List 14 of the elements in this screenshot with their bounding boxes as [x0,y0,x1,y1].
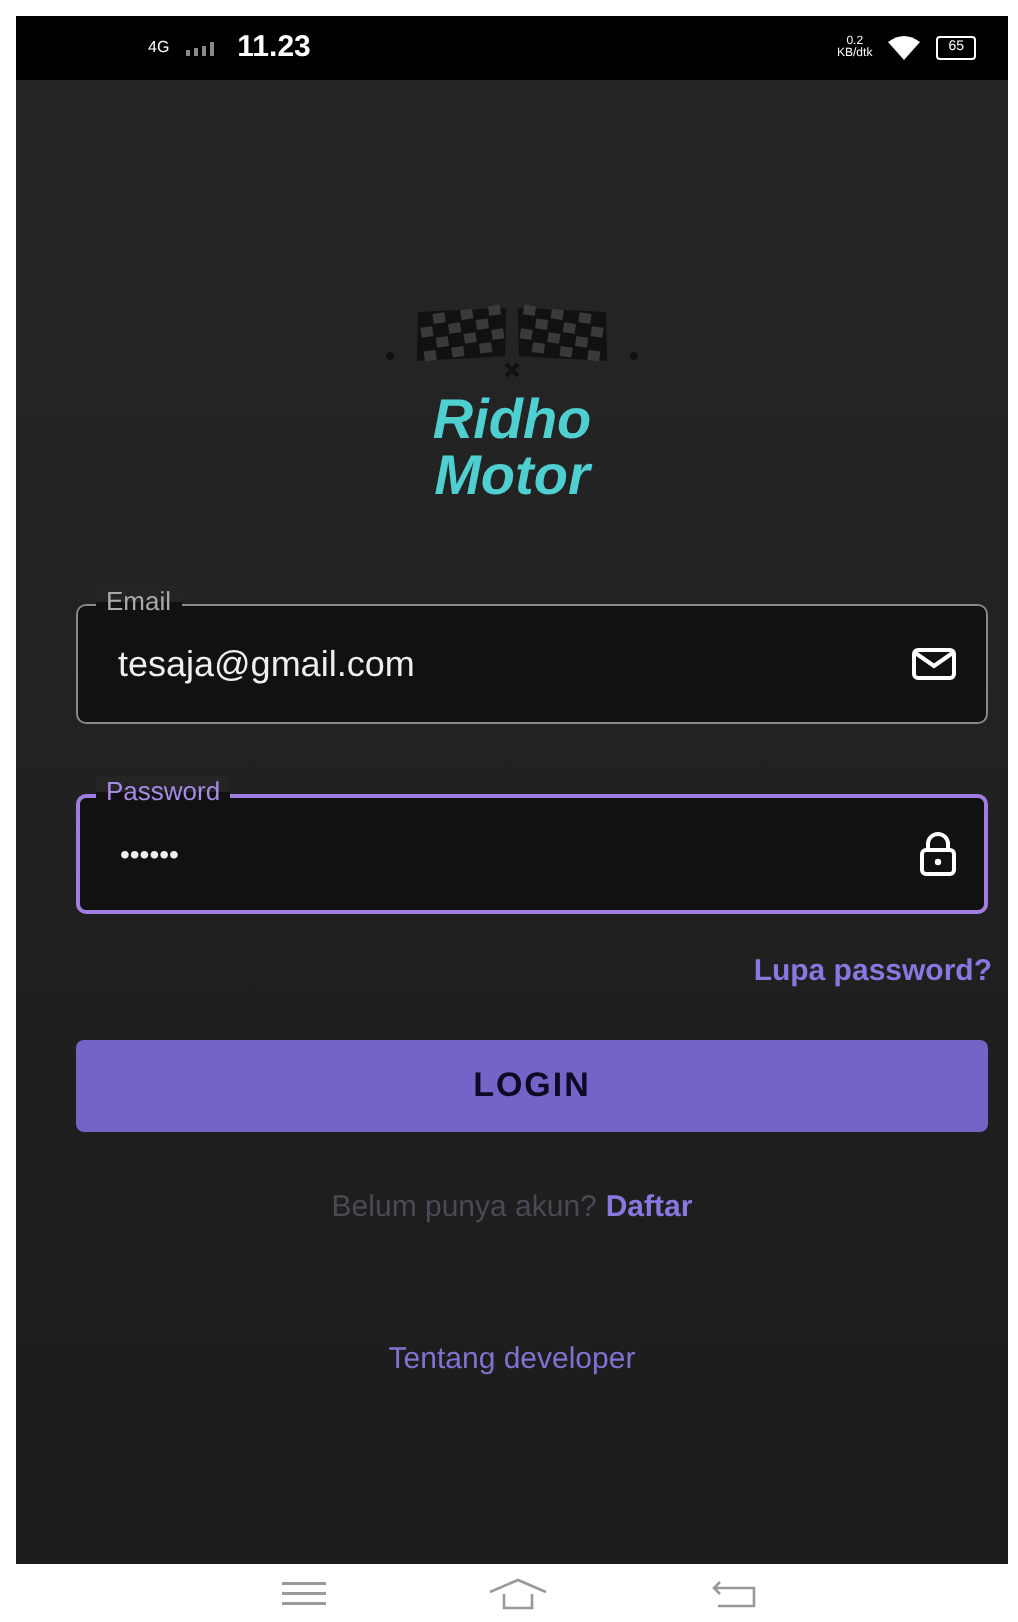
network-label: 4G [148,40,170,56]
clock: 11.23 [237,27,311,68]
home-icon[interactable] [487,1577,547,1609]
back-icon[interactable] [709,1579,757,1607]
wifi-icon [888,36,921,60]
register-link[interactable]: Daftar [605,1189,693,1223]
menu-icon[interactable] [281,1581,325,1605]
envelope-icon [912,648,956,680]
logo-text: Motor [434,448,590,504]
about-developer-link[interactable]: Tentang developer [388,1341,636,1375]
logo-text: Ridho [432,392,592,448]
lock-icon [920,832,956,876]
forgot-password-link[interactable]: Lupa password? [753,950,992,995]
login-button[interactable]: LOGIN [76,1039,988,1131]
